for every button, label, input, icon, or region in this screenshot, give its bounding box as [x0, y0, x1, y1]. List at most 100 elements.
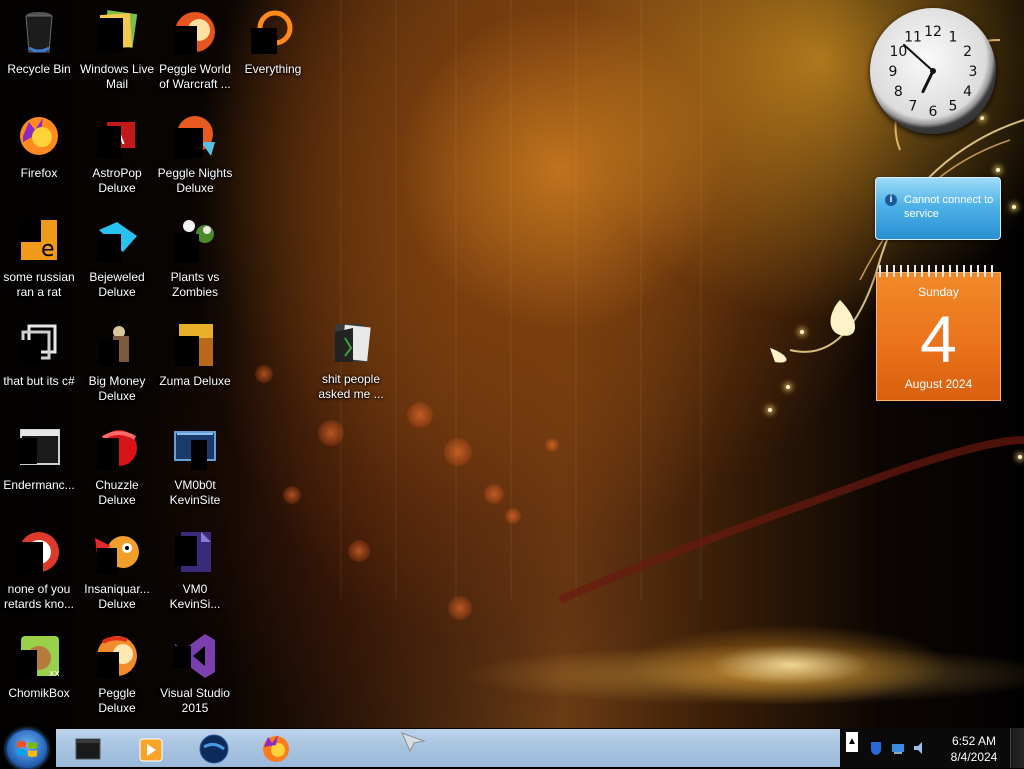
taskbar-item-browser[interactable]	[190, 732, 238, 766]
calendar-binding	[879, 265, 998, 277]
network-icon[interactable]	[890, 740, 906, 756]
icon-label: none of you retards kno...	[3, 582, 75, 611]
desktop-icon-firefox[interactable]: Firefox	[0, 108, 78, 204]
rat-file-icon: e	[21, 220, 57, 262]
taskbar: ▲ 6:52 AM 8/4/2024	[0, 728, 1024, 769]
insaniquarium-icon	[95, 536, 139, 574]
tray-clock[interactable]: 6:52 AM 8/4/2024	[944, 733, 1004, 765]
icon-label: VM0 KevinSi...	[169, 582, 221, 611]
clock-minute-hand	[903, 43, 934, 72]
svg-text:e: e	[41, 237, 55, 262]
calendar-gadget[interactable]: Sunday 4 August 2024	[876, 265, 1001, 401]
media-player-icon	[139, 738, 163, 762]
info-icon: i	[885, 194, 897, 206]
clock-hour-hand	[921, 69, 935, 94]
peggle-deluxe-icon	[97, 636, 137, 678]
calendar-month-year: August 2024	[904, 377, 973, 391]
icon-label: Windows Live Mail	[79, 62, 155, 91]
taskbar-item-media-player[interactable]	[126, 732, 174, 766]
icon-label: shit people asked me ...	[318, 372, 384, 401]
desktop-icon-vm0-kevinsite[interactable]: VM0 KevinSi...	[156, 524, 234, 620]
chomikbox-icon: xx	[17, 636, 60, 679]
mail-icon	[97, 10, 138, 52]
clock-numeral: 9	[889, 64, 898, 80]
clock-numeral: 8	[894, 84, 903, 100]
taskbar-band	[56, 729, 840, 767]
start-button[interactable]	[6, 729, 48, 769]
clock-numeral: 11	[904, 29, 922, 45]
icon-label: Peggle Deluxe	[98, 686, 136, 715]
icon-label: Visual Studio 2015	[160, 686, 230, 715]
vm-icon	[174, 431, 216, 470]
icon-label: Endermanc...	[3, 478, 75, 492]
icon-label: Insaniquar... Deluxe	[84, 582, 150, 611]
desktop-icon-recycle-bin[interactable]: Recycle Bin	[0, 4, 78, 100]
desktop-icon-big-money-deluxe[interactable]: Big Money Deluxe	[78, 316, 156, 412]
recycle-bin-icon	[25, 12, 53, 53]
search-icon	[251, 10, 293, 54]
desktop-icon-insaniquarium-deluxe[interactable]: Insaniquar... Deluxe	[78, 524, 156, 620]
firefox-icon	[263, 735, 289, 762]
visual-studio-icon	[173, 634, 215, 678]
desktop-icon-bejeweled-deluxe[interactable]: Bejeweled Deluxe	[78, 212, 156, 308]
icon-label: Everything	[244, 62, 302, 76]
calendar-day: 4	[920, 302, 957, 376]
desktop-icon-peggle-deluxe[interactable]: Peggle Deluxe	[78, 628, 156, 724]
desktop-icon-some-russian-ran-a-rat[interactable]: e some russian ran a rat	[0, 212, 78, 308]
volume-icon[interactable]	[912, 740, 928, 756]
svg-text:xx: xx	[49, 669, 60, 679]
plants-vs-zombies-icon	[175, 220, 214, 262]
clock-gadget[interactable]: 12 1 2 3 4 5 6 7 8 9 10 11	[870, 8, 996, 134]
icon-label: AstroPop Deluxe	[92, 166, 142, 195]
astropop-icon: A	[97, 122, 135, 158]
vm-file-icon	[175, 532, 211, 572]
desktop-icon-folder[interactable]: shit people asked me ...	[312, 314, 390, 410]
tray-date: 8/4/2024	[950, 750, 998, 764]
cursor-icon	[401, 732, 426, 753]
show-desktop-button[interactable]	[1010, 728, 1024, 768]
desktop-icon-vm0b0t-kevinsite[interactable]: VM0b0t KevinSite	[156, 420, 234, 516]
icon-label: Recycle Bin	[7, 62, 71, 76]
desktop-icon-zuma-deluxe[interactable]: Zuma Deluxe	[156, 316, 234, 412]
clock-numeral: 6	[929, 104, 938, 120]
desktop-icon-that-but-its-csharp[interactable]: that but its c#	[0, 316, 78, 412]
icon-label: ChomikBox	[8, 686, 70, 700]
icon-label: Chuzzle Deluxe	[95, 478, 139, 507]
browser-globe-icon	[199, 734, 229, 764]
zuma-icon	[175, 324, 213, 366]
icon-label: Plants vs Zombies	[170, 270, 220, 299]
clock-numeral: 1	[949, 29, 958, 45]
tray-time: 6:52 AM	[951, 734, 997, 748]
big-money-icon	[99, 326, 129, 366]
desktop-icon-plants-vs-zombies[interactable]: Plants vs Zombies	[156, 212, 234, 308]
desktop-icon-everything[interactable]: Everything	[234, 4, 312, 100]
desktop-icon-chuzzle-deluxe[interactable]: Chuzzle Deluxe	[78, 420, 156, 516]
desktop-icon-none-of-you[interactable]: none of you retards kno...	[0, 524, 78, 620]
taskbar-item-terminal[interactable]	[64, 732, 112, 766]
clock-numeral: 2	[963, 44, 972, 60]
icon-label: Bejeweled Deluxe	[89, 270, 145, 299]
taskbar-item-firefox[interactable]	[252, 732, 300, 766]
desktop-icon-visual-studio-2015[interactable]: Visual Studio 2015	[156, 628, 234, 724]
icon-label: Zuma Deluxe	[159, 374, 231, 388]
desktop-icon-endermanch[interactable]: Endermanc...	[0, 420, 78, 516]
clock-face: 12 1234567891011	[889, 24, 978, 120]
clock-numeral: 7	[909, 99, 918, 115]
calendar-weekday: Sunday	[918, 285, 959, 299]
clock-numeral: 4	[963, 84, 972, 100]
desktop-icon-windows-live-mail[interactable]: Windows Live Mail	[78, 4, 156, 100]
terminal-icon	[75, 738, 101, 760]
desktop-icon-astropop-deluxe[interactable]: A AstroPop Deluxe	[78, 108, 156, 204]
clock-numeral: 12	[924, 24, 942, 40]
desktop-icon-peggle-world-of-warcraft[interactable]: Peggle World of Warcraft ...	[156, 4, 234, 100]
shield-icon[interactable]	[868, 740, 884, 756]
peggle-icon	[175, 12, 215, 54]
show-hidden-icons-button[interactable]: ▲	[846, 732, 858, 752]
icon-label: Peggle Nights Deluxe	[157, 166, 233, 195]
icon-label: some russian ran a rat	[3, 270, 75, 299]
icon-label: Peggle World of Warcraft ...	[159, 62, 231, 91]
desktop-icon-chomikbox[interactable]: xx ChomikBox	[0, 628, 78, 724]
weather-gadget-notice[interactable]: i Cannot connect to service	[875, 177, 1001, 240]
windows-start-icon	[17, 741, 37, 757]
desktop-icon-peggle-nights-deluxe[interactable]: Peggle Nights Deluxe	[156, 108, 234, 204]
